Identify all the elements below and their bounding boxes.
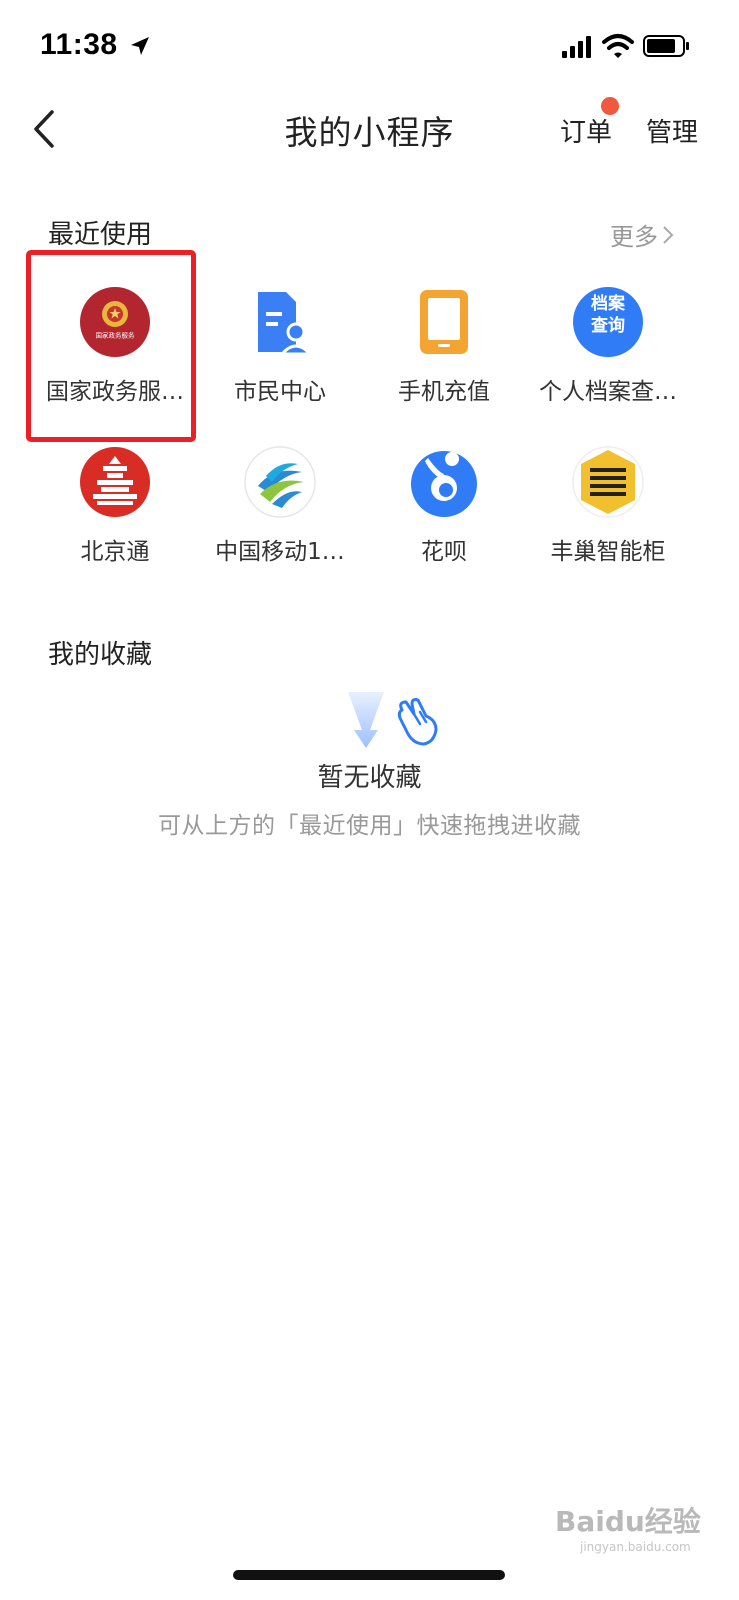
- citizen-card-icon: [258, 292, 314, 356]
- app-item-archive-query[interactable]: 个人档案查…: [523, 280, 693, 430]
- drag-hand-icon: [348, 692, 438, 748]
- manage-button[interactable]: 管理: [646, 112, 698, 149]
- recent-section-title: 最近使用: [48, 220, 153, 250]
- china-mobile-icon: [244, 446, 316, 518]
- huabei-icon: [411, 451, 477, 517]
- battery-icon: [643, 35, 689, 57]
- orders-button[interactable]: 订单: [560, 112, 612, 149]
- orders-badge-dot: [601, 97, 619, 115]
- status-bar: 11:38: [0, 0, 739, 92]
- hive-box-icon: [572, 446, 644, 518]
- temple-of-heaven-icon: [80, 447, 150, 517]
- national-emblem-icon: 国家政务服务: [80, 287, 150, 357]
- app-item-citizen-center[interactable]: 市民中心: [195, 280, 365, 430]
- empty-favorites-hint: 可从上方的「最近使用」快速拖拽进收藏: [158, 813, 581, 839]
- app-label: 中国移动1…: [215, 539, 345, 565]
- app-label: 个人档案查…: [539, 379, 677, 405]
- more-link[interactable]: 更多: [610, 217, 674, 252]
- watermark-url: jingyan.baidu.com: [580, 1540, 691, 1554]
- status-time: 11:38: [40, 28, 118, 61]
- app-item-huabei[interactable]: 花呗: [359, 440, 529, 590]
- chevron-right-icon: [663, 225, 674, 244]
- more-link-label: 更多: [610, 223, 658, 251]
- app-item-beijing-tong[interactable]: 北京通: [30, 440, 200, 590]
- app-label: 国家政务服…: [46, 379, 184, 405]
- app-label: 手机充值: [398, 379, 490, 405]
- home-indicator: [233, 1570, 505, 1580]
- watermark-logo: Baidu经验: [555, 1505, 701, 1538]
- wifi-icon: [602, 34, 634, 58]
- app-label: 花呗: [421, 539, 467, 565]
- cellular-signal-icon: [562, 36, 591, 58]
- app-item-hive-box[interactable]: 丰巢智能柜: [523, 440, 693, 590]
- app-item-phone-recharge[interactable]: 手机充值: [359, 280, 529, 430]
- empty-favorites-title: 暂无收藏: [317, 763, 422, 793]
- archive-query-icon: [573, 287, 643, 357]
- app-item-gov-service[interactable]: 国家政务服务 国家政务服…: [30, 280, 200, 430]
- nav-bar: 我的小程序 订单 管理: [0, 92, 739, 168]
- app-item-china-mobile[interactable]: 中国移动1…: [195, 440, 365, 590]
- app-label: 丰巢智能柜: [550, 539, 666, 565]
- phone-recharge-icon: [420, 290, 468, 354]
- app-label: 北京通: [80, 539, 150, 565]
- app-label: 市民中心: [234, 379, 326, 405]
- page-title: 我的小程序: [284, 113, 455, 152]
- favorites-section-title: 我的收藏: [48, 640, 153, 670]
- svg-text:国家政务服务: 国家政务服务: [96, 331, 136, 340]
- location-arrow-icon: [131, 37, 149, 55]
